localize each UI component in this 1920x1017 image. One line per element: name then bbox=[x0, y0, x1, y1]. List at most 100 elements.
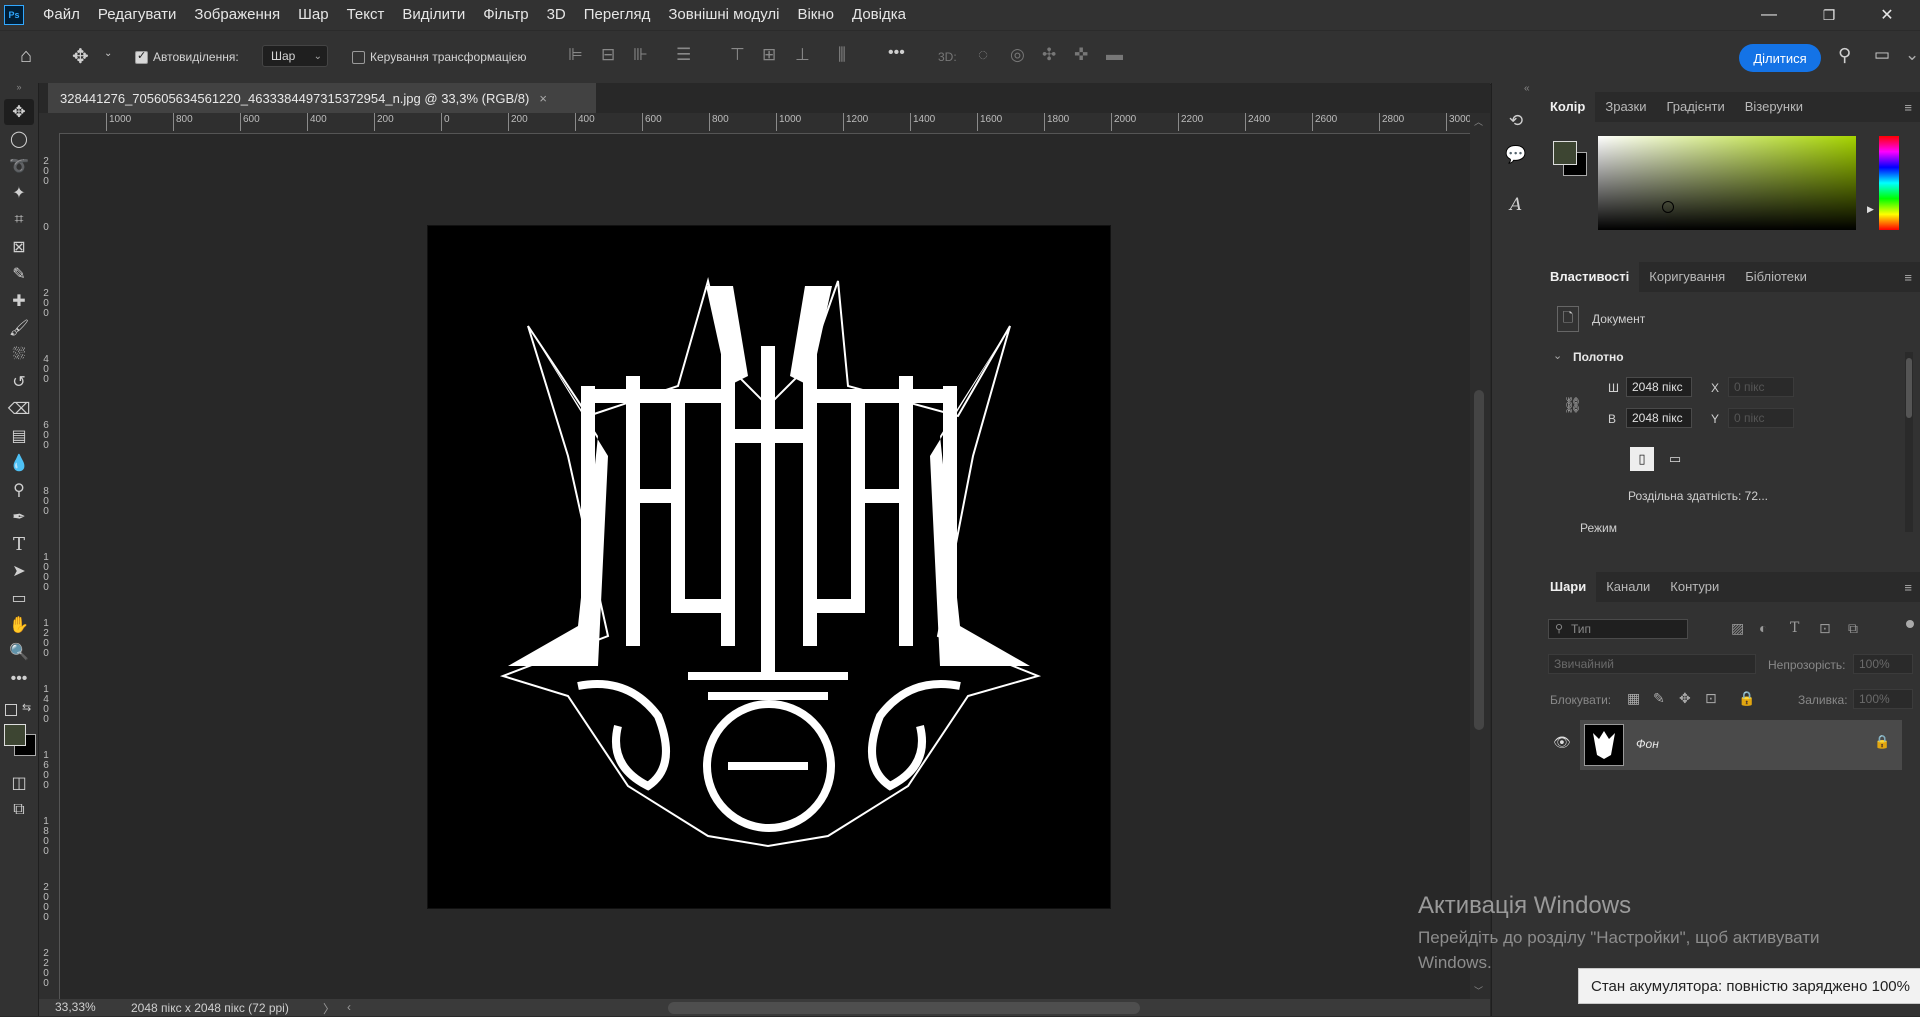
collapse-icon[interactable]: » bbox=[4, 82, 34, 92]
vertical-scrollbar-thumb[interactable] bbox=[1474, 390, 1484, 730]
tab-color[interactable]: Колір bbox=[1540, 92, 1596, 122]
horizontal-scrollbar-thumb[interactable] bbox=[668, 1002, 1140, 1014]
3d-camera-icon[interactable]: ▬ bbox=[1106, 45, 1123, 65]
path-selection-icon[interactable]: ➤ bbox=[4, 558, 34, 584]
menu-type[interactable]: Текст bbox=[338, 0, 394, 30]
scroll-left-icon[interactable]: ‹ bbox=[347, 1000, 351, 1014]
marquee-tool-icon[interactable]: ◯ bbox=[4, 126, 34, 152]
magic-wand-icon[interactable]: ✦ bbox=[4, 180, 34, 206]
link-dimensions-icon[interactable]: ⛓ bbox=[1563, 396, 1582, 414]
pen-tool-icon[interactable]: ✒ bbox=[4, 504, 34, 530]
transform-controls-checkbox[interactable] bbox=[352, 51, 365, 64]
eraser-tool-icon[interactable]: ⌫ bbox=[4, 396, 34, 422]
tab-properties[interactable]: Властивості bbox=[1540, 262, 1640, 292]
screen-mode-icon[interactable]: ⧉ bbox=[4, 797, 34, 823]
filter-type-icon[interactable]: T bbox=[1790, 620, 1799, 636]
menu-3d[interactable]: 3D bbox=[538, 0, 575, 30]
lock-paint-icon[interactable]: ✎ bbox=[1653, 690, 1665, 707]
move-tool-icon[interactable]: ✥ bbox=[72, 44, 89, 69]
lock-position-icon[interactable]: ✥ bbox=[1679, 690, 1691, 707]
filter-smart-object-icon[interactable]: ⧉ bbox=[1848, 620, 1858, 637]
character-icon[interactable]: A bbox=[1504, 193, 1528, 217]
document-canvas[interactable] bbox=[428, 226, 1110, 908]
brush-tool-icon[interactable]: 🖌 bbox=[4, 315, 34, 341]
dodge-tool-icon[interactable]: ⚲ bbox=[4, 477, 34, 503]
comments-icon[interactable]: 💬 bbox=[1504, 143, 1528, 167]
menu-select[interactable]: Виділити bbox=[393, 0, 474, 30]
hue-slider-handle[interactable]: ▶ bbox=[1867, 204, 1874, 215]
tab-gradients[interactable]: Градієнти bbox=[1656, 92, 1734, 122]
tab-libraries[interactable]: Бібліотеки bbox=[1735, 262, 1817, 292]
gradient-tool-icon[interactable]: ▤ bbox=[4, 423, 34, 449]
hand-tool-icon[interactable]: ✋ bbox=[4, 612, 34, 638]
opacity-field[interactable]: 100% bbox=[1853, 654, 1913, 674]
properties-scrollbar-thumb[interactable] bbox=[1906, 358, 1912, 418]
close-tab-icon[interactable]: × bbox=[539, 91, 547, 106]
menu-window[interactable]: Вікно bbox=[788, 0, 843, 30]
move-tool-icon[interactable]: ✥ bbox=[4, 99, 34, 125]
restore-button[interactable]: ❐ bbox=[1800, 0, 1858, 30]
document-tab[interactable]: 328441276_705605634561220_46333844973153… bbox=[48, 83, 596, 113]
battery-notification[interactable]: Стан акумулятора: повністю заряджено 100… bbox=[1578, 968, 1920, 1004]
info-arrow-icon[interactable]: 〉 bbox=[323, 1000, 335, 1017]
rectangle-tool-icon[interactable]: ▭ bbox=[4, 585, 34, 611]
zoom-tool-icon[interactable]: 🔍 bbox=[4, 639, 34, 665]
align-center-icon[interactable]: ⊟ bbox=[601, 45, 615, 65]
scroll-up-icon[interactable]: ︿ bbox=[1474, 115, 1483, 128]
more-options-icon[interactable]: ••• bbox=[888, 44, 905, 62]
quick-mask-icon[interactable]: ◫ bbox=[4, 770, 34, 796]
menu-file[interactable]: Файл bbox=[34, 0, 89, 30]
frame-tool-icon[interactable]: ⊠ bbox=[4, 234, 34, 260]
tab-swatches[interactable]: Зразки bbox=[1595, 92, 1656, 122]
swap-colors-icon[interactable]: ⇆ bbox=[22, 701, 31, 714]
stamp-tool-icon[interactable]: ⛆ bbox=[4, 342, 34, 368]
blend-mode-select[interactable]: Звичайний bbox=[1548, 654, 1756, 674]
3d-slide-icon[interactable]: ✜ bbox=[1074, 45, 1088, 65]
align-top-icon[interactable]: ⊤ bbox=[730, 45, 745, 65]
foreground-color-swatch[interactable] bbox=[4, 724, 26, 746]
history-brush-icon[interactable]: ↺ bbox=[4, 369, 34, 395]
type-tool-icon[interactable]: T bbox=[4, 531, 34, 557]
menu-edit[interactable]: Редагувати bbox=[89, 0, 186, 30]
menu-view[interactable]: Перегляд bbox=[575, 0, 660, 30]
3d-pan-icon[interactable]: ✣ bbox=[1042, 45, 1056, 65]
scroll-down-icon[interactable]: ﹀ bbox=[1474, 984, 1483, 997]
hue-slider[interactable] bbox=[1879, 136, 1899, 230]
menu-layer[interactable]: Шар bbox=[289, 0, 337, 30]
close-window-button[interactable]: ✕ bbox=[1858, 0, 1916, 30]
panel-menu-icon[interactable]: ≡ bbox=[1904, 100, 1912, 115]
filter-shape-icon[interactable]: ⊡ bbox=[1819, 620, 1831, 637]
menu-plugins[interactable]: Зовнішні модулі bbox=[659, 0, 788, 30]
align-middle-icon[interactable]: ⊞ bbox=[762, 45, 776, 65]
collapse-chevron-icon[interactable]: ⌄ bbox=[1553, 349, 1562, 362]
height-field[interactable]: 2048 пікс bbox=[1626, 408, 1692, 428]
distribute-vertical-icon[interactable]: ⫼ bbox=[838, 45, 846, 65]
landscape-orientation-icon[interactable]: ▭ bbox=[1663, 447, 1687, 471]
layer-filter-input[interactable]: ⚲ Тип bbox=[1548, 619, 1688, 639]
3d-orbit-icon[interactable]: ◌ bbox=[978, 45, 988, 65]
lock-pixels-icon[interactable]: ▦ bbox=[1627, 690, 1640, 707]
width-field[interactable]: 2048 пікс bbox=[1626, 377, 1692, 397]
minimize-button[interactable]: — bbox=[1740, 0, 1798, 30]
menu-image[interactable]: Зображення bbox=[185, 0, 289, 30]
layer-name[interactable]: Фон bbox=[1636, 737, 1659, 751]
search-icon[interactable]: ⚲ bbox=[1838, 45, 1851, 66]
portrait-orientation-icon[interactable]: ▯ bbox=[1630, 447, 1654, 471]
default-colors-icon[interactable] bbox=[5, 704, 17, 716]
panel-menu-icon[interactable]: ≡ bbox=[1904, 270, 1912, 285]
align-right-icon[interactable]: ⊪ bbox=[633, 45, 648, 65]
autoselect-target-select[interactable]: Шар ⌄ bbox=[262, 45, 328, 67]
workspace-icon[interactable]: ▭ bbox=[1874, 45, 1890, 65]
lock-artboard-icon[interactable]: ⊡ bbox=[1705, 690, 1717, 707]
distribute-icon[interactable]: ☰ bbox=[676, 45, 691, 65]
fill-field[interactable]: 100% bbox=[1853, 689, 1913, 709]
panel-menu-icon[interactable]: ≡ bbox=[1904, 580, 1912, 595]
tab-paths[interactable]: Контури bbox=[1660, 572, 1729, 602]
chevron-down-icon[interactable]: ⌄ bbox=[104, 48, 112, 59]
tab-channels[interactable]: Канали bbox=[1596, 572, 1660, 602]
layer-lock-icon[interactable]: 🔒 bbox=[1874, 734, 1890, 750]
expand-panels-icon[interactable]: « bbox=[1524, 83, 1530, 94]
history-icon[interactable]: ⟲ bbox=[1504, 109, 1528, 133]
color-picker-handle[interactable] bbox=[1662, 201, 1674, 213]
align-bottom-icon[interactable]: ⊥ bbox=[795, 45, 810, 65]
